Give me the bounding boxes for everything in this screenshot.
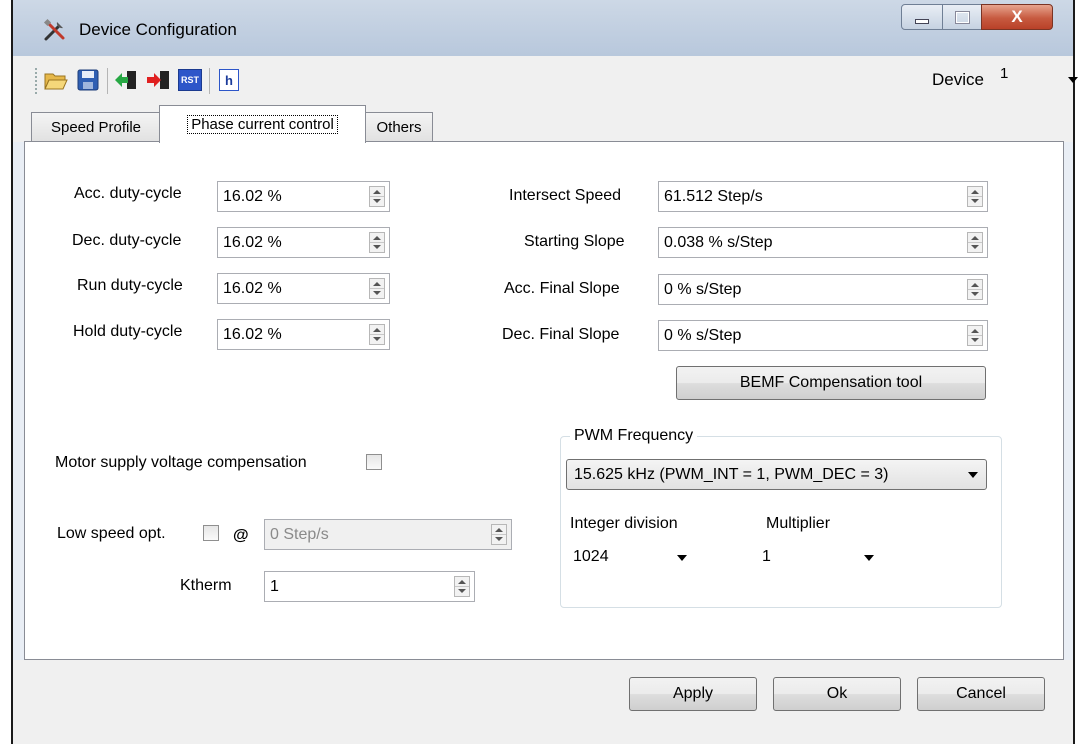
spin-buttons[interactable]	[369, 232, 385, 253]
apply-button[interactable]: Apply	[629, 677, 757, 711]
chevron-down-icon	[677, 555, 687, 561]
import-icon[interactable]	[114, 69, 138, 91]
acc-duty-label: Acc. duty-cycle	[74, 185, 182, 202]
header-file-icon[interactable]: h	[219, 69, 239, 91]
toolbar-separator	[107, 68, 108, 94]
title-bar: Device Configuration X	[13, 0, 1073, 56]
dec-duty-input[interactable]: 16.02 %	[217, 227, 390, 258]
starting-slope-input[interactable]: 0.038 % s/Step	[658, 227, 988, 258]
tab-others[interactable]: Others	[365, 112, 433, 142]
dec-final-slope-label: Dec. Final Slope	[502, 326, 620, 343]
integer-division-label: Integer division	[570, 515, 678, 532]
close-icon: X	[1011, 7, 1023, 26]
export-icon[interactable]	[146, 69, 170, 91]
acc-duty-input[interactable]: 16.02 %	[217, 181, 390, 212]
spin-buttons[interactable]	[369, 278, 385, 299]
close-button[interactable]: X	[981, 4, 1053, 30]
intersect-speed-input[interactable]: 61.512 Step/s	[658, 181, 988, 212]
at-label: @	[233, 527, 249, 544]
run-duty-label: Run duty-cycle	[77, 277, 183, 294]
open-folder-icon[interactable]	[44, 69, 68, 91]
hold-duty-input[interactable]: 16.02 %	[217, 319, 390, 350]
multiplier-select[interactable]: 1	[756, 542, 882, 573]
bemf-compensation-button[interactable]: BEMF Compensation tool	[676, 366, 986, 400]
acc-final-slope-input[interactable]: 0 % s/Step	[658, 274, 988, 305]
dec-final-slope-input[interactable]: 0 % s/Step	[658, 320, 988, 351]
spin-buttons[interactable]	[454, 576, 470, 597]
intersect-speed-label: Intersect Speed	[509, 187, 622, 204]
tab-phase-current-control[interactable]: Phase current control	[159, 105, 366, 143]
device-value: 1	[1000, 65, 1009, 82]
low-speed-input[interactable]: 0 Step/s	[264, 519, 512, 550]
window-title: Device Configuration	[79, 20, 237, 39]
chevron-down-icon	[864, 555, 874, 561]
maximize-icon	[954, 10, 970, 24]
spin-buttons[interactable]	[967, 186, 983, 207]
dec-duty-label: Dec. duty-cycle	[72, 232, 182, 249]
ktherm-label: Ktherm	[180, 577, 232, 594]
ok-button[interactable]: Ok	[773, 677, 901, 711]
pwm-frequency-title: PWM Frequency	[570, 427, 698, 445]
save-icon[interactable]	[76, 69, 100, 91]
spin-buttons[interactable]	[967, 232, 983, 253]
run-duty-input[interactable]: 16.02 %	[217, 273, 390, 304]
ktherm-input[interactable]: 1	[264, 571, 475, 602]
maximize-button[interactable]	[942, 4, 982, 30]
motor-supply-label: Motor supply voltage compensation	[55, 454, 307, 471]
tools-icon	[43, 18, 65, 41]
tab-speed-profile[interactable]: Speed Profile	[31, 112, 161, 142]
device-select[interactable]: 1	[1000, 65, 1082, 95]
toolbar-grip	[35, 68, 40, 94]
spin-buttons[interactable]	[369, 324, 385, 345]
device-label: Device	[932, 70, 984, 89]
low-speed-label: Low speed opt.	[57, 525, 166, 542]
motor-supply-checkbox[interactable]	[366, 454, 382, 470]
minimize-button[interactable]	[901, 4, 943, 30]
integer-division-select[interactable]: 1024	[570, 542, 695, 573]
spin-buttons[interactable]	[967, 279, 983, 300]
chevron-down-icon	[968, 472, 978, 478]
chevron-down-icon	[1068, 77, 1078, 83]
multiplier-label: Multiplier	[766, 515, 831, 532]
starting-slope-label: Starting Slope	[524, 233, 625, 250]
minimize-icon	[915, 18, 929, 24]
pwm-frequency-select[interactable]: 15.625 kHz (PWM_INT = 1, PWM_DEC = 3)	[566, 459, 987, 490]
low-speed-checkbox[interactable]	[203, 525, 219, 541]
toolbar-separator	[209, 68, 210, 94]
toolbar: RST h Device 1	[13, 56, 1078, 104]
tab-strip: Speed Profile Phase current control Othe…	[13, 104, 1073, 143]
dialog-footer	[13, 660, 1073, 744]
spin-buttons[interactable]	[967, 325, 983, 346]
spin-buttons[interactable]	[369, 186, 385, 207]
acc-final-slope-label: Acc. Final Slope	[504, 280, 620, 297]
reset-icon[interactable]: RST	[178, 69, 202, 91]
spin-buttons[interactable]	[491, 524, 507, 545]
hold-duty-label: Hold duty-cycle	[73, 323, 183, 340]
cancel-button[interactable]: Cancel	[917, 677, 1045, 711]
